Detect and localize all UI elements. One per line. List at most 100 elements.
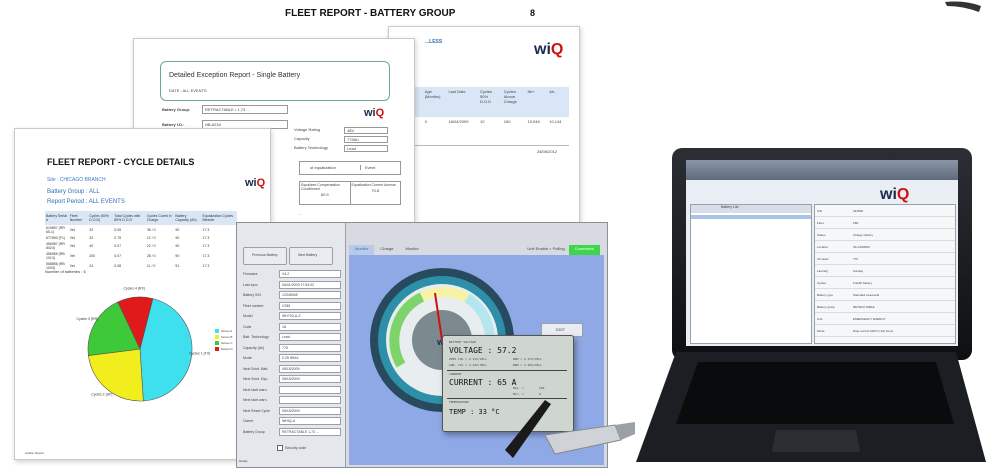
connected-badge: Connected	[568, 245, 600, 255]
cell: 17.3	[202, 244, 210, 248]
detail-value: Forklift battery	[853, 280, 873, 285]
detail-row: Last EQ Sunday	[815, 265, 955, 277]
tab-monitor[interactable]: Monitor	[349, 245, 375, 255]
list-header: Battery List	[691, 205, 811, 213]
cell: 22 / 0	[146, 244, 156, 248]
detail-label: Ah rated	[817, 256, 829, 261]
detail-row: Battery type Standard Lead-acid	[815, 289, 955, 301]
exception-date: DATE : ALL EVENTS	[169, 88, 207, 93]
security-code-check[interactable]: Security code	[277, 445, 306, 451]
legend-label: Series D	[221, 347, 233, 351]
field-value[interactable]	[279, 396, 341, 405]
field-label: Voltage Rating	[294, 127, 321, 132]
field-value[interactable]: 18	[279, 322, 341, 331]
button-label: EDIT	[556, 327, 566, 332]
col-date: Last Date	[448, 89, 466, 94]
field-value[interactable]: WH700-A-Z	[279, 312, 341, 321]
field-row: Capacity (Ah) 775	[243, 343, 343, 354]
col-ahplus: Ah+	[527, 89, 535, 94]
field-label: Fleet number	[243, 303, 264, 308]
cycle-footer: Number of batteries : 6	[45, 269, 86, 274]
table-row: 456987 (RR 8024) Vet 40 0.07 22 / 0 90 17.3	[45, 241, 237, 251]
laptop-toolbar	[686, 160, 958, 180]
cycle-site: Site : CHICAGO BRANCH	[47, 177, 106, 183]
cell: 0	[424, 119, 427, 124]
mid-label: of equalization	[310, 165, 336, 170]
checkbox[interactable]	[277, 445, 283, 451]
box-header: Equalized Compensation Conditioned	[301, 183, 340, 191]
detail-label: S/N	[817, 208, 823, 213]
field-value[interactable]: 08/15/2009	[279, 375, 341, 384]
previous-battery-button[interactable]: Previous Battery	[243, 247, 287, 265]
field-row: Model WH700-A-Z	[243, 311, 343, 322]
field-row: Firmware V4.2	[243, 269, 343, 280]
field-label: Battery Technology	[294, 145, 328, 150]
exception-fields: Battery Group: RETRACTABLE • 1,73 ... Ba…	[162, 105, 292, 129]
battery-table-header: Voltage Rating Age (Months) Last Date Cy…	[399, 87, 569, 117]
lcd-section-label: BATTERY VOLTAGE	[449, 340, 477, 344]
tab-strip: Monitor Charge Monitor Unit Enable = Pol…	[349, 245, 604, 255]
legend-swatch	[215, 329, 219, 333]
field-value[interactable]: 05/15/2009	[279, 406, 341, 415]
field-row: Mode 0.25 HB44	[243, 353, 343, 364]
exception-right-fields: Voltage Rating 48V Capacity 775Ah Batter…	[294, 127, 394, 152]
col-header: Equalization Cycles Bleeder	[202, 214, 234, 222]
col-header: Fleet Number	[69, 214, 83, 222]
field-row: Last sync 06/01/2009 17:53:02	[243, 280, 343, 291]
field-value: Lead	[344, 145, 388, 152]
field-row: Owner WHIQ-A	[243, 416, 343, 427]
legend-swatch	[215, 341, 219, 345]
field-value[interactable]: Lead	[279, 333, 341, 342]
field-label: Next start warn.	[243, 387, 268, 392]
pie-slice-label: Cycles 4 (RX)	[123, 286, 145, 290]
field-value[interactable]: V4.2	[279, 270, 341, 279]
field-row: Battery Technology Lead	[294, 145, 394, 152]
col-header: Total Cycles with 80% D.O.D	[114, 214, 141, 222]
list-item-selected[interactable]	[691, 215, 811, 219]
tab-monitor-2[interactable]: Monitor	[399, 245, 424, 255]
box-col: Equalization Current Avenue 70.8	[351, 182, 401, 204]
divider	[399, 145, 569, 146]
field-label: Firmware	[243, 272, 258, 277]
button-label: Next Battery	[298, 253, 318, 257]
field-value[interactable]	[279, 385, 341, 394]
button-label: Previous Battery	[252, 253, 278, 257]
box-col: Equalized Compensation Conditioned 60.9	[300, 182, 351, 204]
lcd-sub: UPPV COL = 2.31V/CELL	[449, 357, 487, 361]
field-value[interactable]: WHIQ-A	[279, 417, 341, 426]
cell: 0.07	[114, 254, 122, 258]
keyboard-keys	[676, 362, 954, 424]
cell: 32	[89, 228, 94, 232]
field-value[interactable]: 08/15/2009	[279, 364, 341, 373]
field-row: Next Schd. Batt. 08/15/2009	[243, 364, 343, 375]
cycle-period: Report Period : ALL EVENTS	[47, 199, 125, 205]
exception-footnote: ...	[299, 211, 303, 216]
field-row: Batt. Technology Lead	[243, 332, 343, 343]
exception-title-box: Detailed Exception Report - Single Batte…	[160, 61, 390, 101]
tab-charge[interactable]: Charge	[374, 245, 399, 255]
next-battery-button[interactable]: Next Battery	[289, 247, 333, 265]
whiq-logo: wiQ	[245, 177, 266, 189]
pie-slice-label: Cycles 1 (FX)	[189, 352, 210, 356]
field-value[interactable]: 12345048	[279, 291, 341, 300]
detail-row: Fleet FB1	[815, 217, 955, 229]
field-label: Mode	[243, 356, 252, 361]
field-row: Fleet number V285	[243, 301, 343, 312]
field-label: Battery Group:	[162, 107, 191, 112]
stylus-shape	[505, 400, 551, 458]
field-value[interactable]: V285	[279, 301, 341, 310]
usb-device-graphic	[485, 380, 635, 466]
cell: 17.3	[202, 228, 210, 232]
field-value[interactable]: 06/01/2009 17:53:02	[279, 280, 341, 289]
cell: 0.07	[114, 244, 122, 248]
laptop-screen-bezel: wiQ Battery List S/N 342598 Fleet FB1 Status…	[672, 148, 972, 360]
status-bar: Ready	[239, 459, 248, 463]
legend-label: Series C	[221, 341, 233, 345]
field-value[interactable]: RETRACTABLE 1,73 ...	[279, 427, 341, 436]
field-value[interactable]: 775	[279, 343, 341, 352]
box-value: 70.8	[371, 188, 380, 193]
whiq-logo: wiQ	[364, 107, 385, 119]
field-value[interactable]: 0.25 HB44	[279, 354, 341, 363]
detail-value: FB1	[853, 220, 859, 225]
field-label: Model	[243, 314, 253, 319]
